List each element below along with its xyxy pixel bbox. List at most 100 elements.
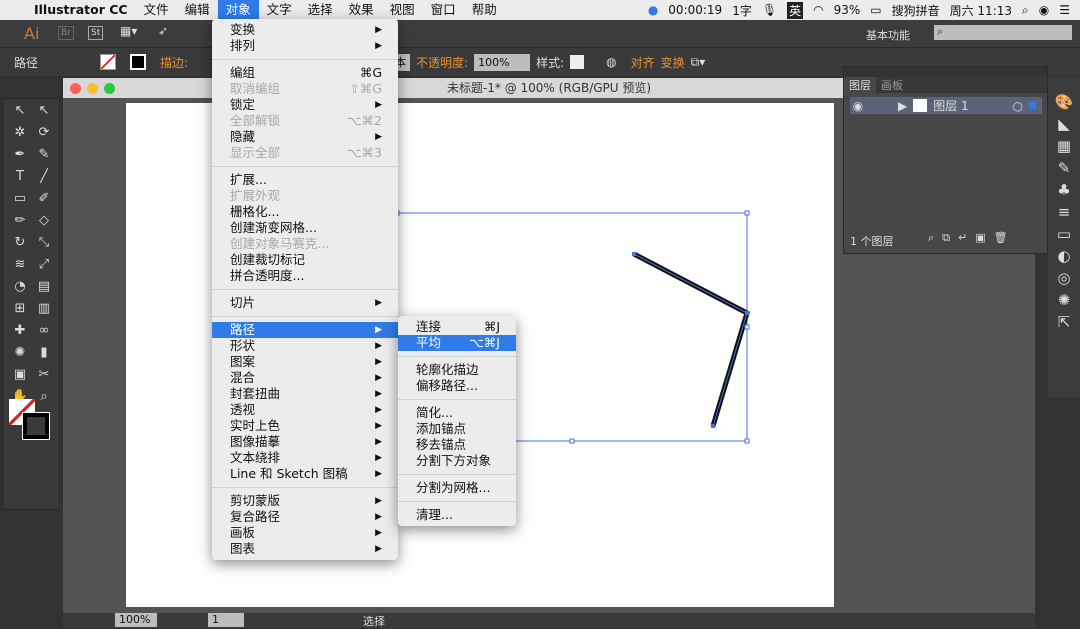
bridge-button[interactable]: Br [58,26,74,40]
menu-item[interactable]: 添加锚点 [398,421,516,437]
recording-icon[interactable]: ● [648,3,658,17]
menu-item[interactable]: 图表 ▶ [212,541,398,557]
layer-name[interactable]: 图层 1 [933,97,968,114]
menu-item[interactable]: 排列 ▶ [212,38,398,54]
gradient-tool-icon[interactable]: ▥ [33,299,55,319]
apple-icon[interactable] [0,0,26,20]
menu-item[interactable]: 移去锚点 [398,437,516,453]
menu-edit[interactable]: 编辑 [177,0,218,20]
scale-tool-icon[interactable]: ⤡ [33,233,55,253]
anchor-points[interactable] [632,252,749,428]
menu-item[interactable]: 复合路径 ▶ [212,509,398,525]
graphic-styles-icon[interactable]: ✺ [1048,289,1080,311]
stroke-label[interactable]: 描边: [160,54,188,71]
type-tool-icon[interactable]: T [9,167,31,187]
menu-item[interactable]: 切片 ▶ [212,295,398,311]
app-menu[interactable]: Illustrator CC [26,0,136,20]
workspace-switcher[interactable]: 基本功能 [866,27,910,43]
battery-icon[interactable]: ▭ [870,3,881,17]
input-mode[interactable]: 英 [787,1,804,19]
menu-item[interactable]: 文本绕排 ▶ [212,450,398,466]
menu-type[interactable]: 文字 [259,0,300,20]
menu-item[interactable]: 分割为网格... [398,480,516,496]
layer-row[interactable]: ◉ ▶ 图层 1 ○ [850,97,1042,114]
stock-button[interactable]: St [88,26,104,40]
wifi-icon[interactable]: ◠ [813,3,823,17]
arrange-documents-icon[interactable]: ▦▾ [120,24,137,38]
menu-item[interactable]: 偏移路径... [398,378,516,394]
siri-icon[interactable]: ◉ [1039,3,1049,17]
selection-indicator[interactable] [1029,102,1036,109]
symbols-icon[interactable]: ♣ [1048,179,1080,201]
menu-effect[interactable]: 效果 [341,0,382,20]
menu-item[interactable]: Line 和 Sketch 图稿 ▶ [212,466,398,482]
panel-actions[interactable]: ⌕⧉↵▣🗑 [928,231,1016,245]
menu-help[interactable]: 帮助 [464,0,505,20]
search-icon[interactable]: ⌕ [1022,3,1029,18]
graph-tool-icon[interactable]: ▤ [33,277,55,297]
menu-item[interactable]: 平均 ⌥⌘J [398,335,516,351]
symbol-sprayer-tool-icon[interactable]: ✺ [9,343,31,363]
menu-item[interactable]: 栅格化... [212,204,398,220]
line-tool-icon[interactable]: ╱ [33,167,55,187]
export-icon[interactable]: ⇱ [1048,311,1080,333]
ime-label[interactable]: 搜狗拼音 [892,2,940,19]
rectangle-tool-icon[interactable]: ▭ [9,189,31,209]
menu-item[interactable]: 隐藏 ▶ [212,129,398,145]
menu-window[interactable]: 窗口 [423,0,464,20]
opacity-input[interactable]: 100% [474,53,531,71]
stroke-swatch[interactable] [130,54,146,70]
list-icon[interactable]: ☰ [1059,3,1070,17]
opacity-label[interactable]: 不透明度: [416,54,468,71]
fill-swatch[interactable] [100,54,116,70]
artboard-tool-icon[interactable]: ▣ [9,365,31,385]
lasso-tool-icon[interactable]: ⟳ [33,123,55,143]
visibility-eye-icon[interactable]: ◉ [850,99,866,113]
menu-item[interactable]: 扩展... [212,172,398,188]
pencil-tool-icon[interactable]: ✏ [9,211,31,231]
tab-artboards[interactable]: 画板 [876,77,908,93]
transparency-icon[interactable]: ◐ [1048,245,1080,267]
help-search-input[interactable]: ⌕ [934,25,1072,40]
color-icon[interactable]: 🎨 [1048,91,1080,113]
recolor-icon[interactable]: ◍ [606,55,616,69]
eyedropper-tool-icon[interactable]: ✚ [9,321,31,341]
stroke-icon[interactable]: ≡ [1048,201,1080,223]
menu-item[interactable]: 变换 ▶ [212,22,398,38]
brushes-icon[interactable]: ✎ [1048,157,1080,179]
menu-item[interactable]: 创建裁切标记 [212,252,398,268]
gradient-panel-icon[interactable]: ▭ [1048,223,1080,245]
mic-icon[interactable]: 🎙 [762,3,777,17]
gpu-icon[interactable]: ➶ [158,24,168,38]
menu-item[interactable]: 分割下方对象 [398,453,516,469]
eraser-tool-icon[interactable]: ◇ [33,211,55,231]
menu-item[interactable]: 图像描摹 ▶ [212,434,398,450]
menu-item[interactable]: 简化... [398,405,516,421]
menu-view[interactable]: 视图 [382,0,423,20]
gradient-icon[interactable]: ◣ [1048,113,1080,135]
column-graph-tool-icon[interactable]: ▮ [33,343,55,363]
menu-item[interactable]: 画板 ▶ [212,525,398,541]
selected-path[interactable] [632,251,750,427]
artboard-number[interactable]: 1 [208,613,244,627]
selection-tool-icon[interactable]: ↖ [9,101,31,121]
menu-item[interactable]: 图案 ▶ [212,354,398,370]
mesh-tool-icon[interactable]: ⊞ [9,299,31,319]
menu-item[interactable]: 剪切蒙版 ▶ [212,493,398,509]
pen-tool-icon[interactable]: ✒ [9,145,31,165]
appearance-icon[interactable]: ◎ [1048,267,1080,289]
align-button[interactable]: 对齐 [631,54,655,71]
slice-tool-icon[interactable]: ✂ [33,365,55,385]
paintbrush-tool-icon[interactable]: ✐ [33,189,55,209]
menu-item[interactable]: 透视 ▶ [212,402,398,418]
menu-object[interactable]: 对象 [217,0,259,20]
blend-tool-icon[interactable]: ∞ [33,321,55,341]
transform-button[interactable]: 变换 [661,54,685,71]
menu-item[interactable]: 实时上色 ▶ [212,418,398,434]
zoom-level[interactable]: 100% [115,613,157,627]
curvature-tool-icon[interactable]: ✎ [33,145,55,165]
stroke-color[interactable] [22,412,50,440]
menu-item[interactable]: 创建渐变网格... [212,220,398,236]
rotate-tool-icon[interactable]: ↻ [9,233,31,253]
clock[interactable]: 周六 11:13 [950,2,1012,19]
